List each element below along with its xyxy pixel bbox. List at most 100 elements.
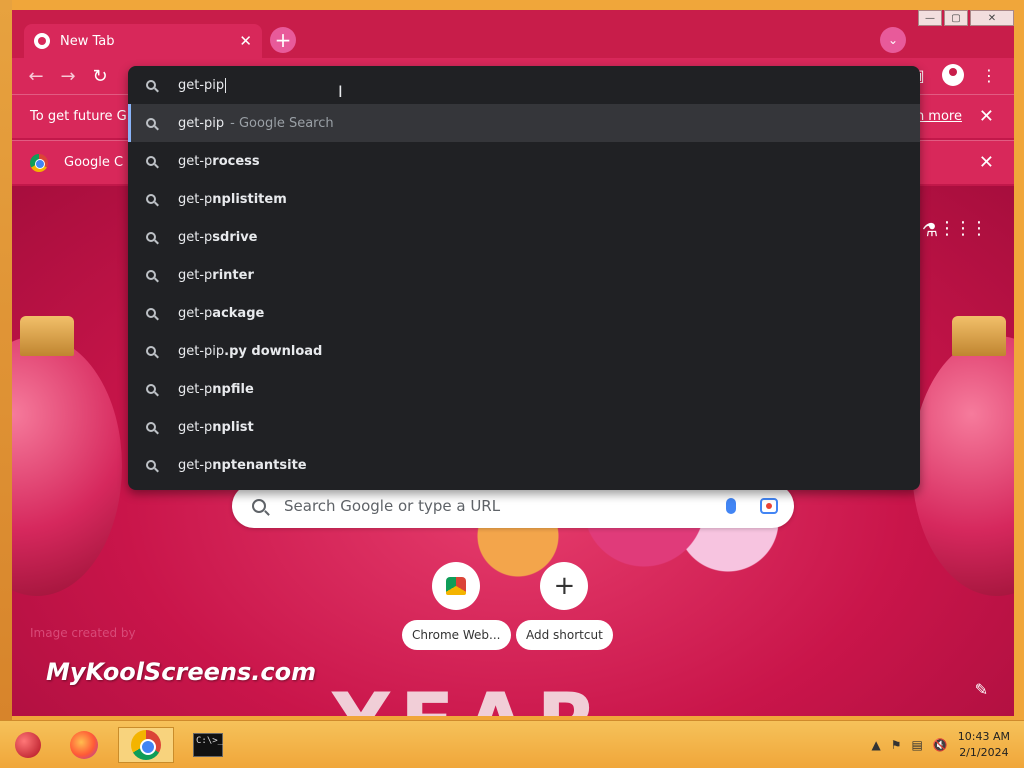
suggestion-completion: nplist bbox=[212, 419, 254, 435]
omnibox-suggestion[interactable]: get-p nplist bbox=[128, 408, 920, 446]
search-placeholder: Search Google or type a URL bbox=[284, 497, 501, 515]
forward-button[interactable]: → bbox=[56, 64, 80, 88]
clock-date: 2/1/2024 bbox=[959, 746, 1009, 759]
command-prompt-icon: C:\>_ bbox=[193, 733, 223, 757]
omnibox-suggestion[interactable]: get-p sdrive bbox=[128, 218, 920, 256]
text-caret bbox=[225, 77, 227, 93]
infobar-close-icon[interactable]: ✕ bbox=[979, 106, 994, 127]
ornament-start-icon bbox=[15, 732, 41, 758]
volume-muted-icon[interactable]: 🔇 bbox=[933, 738, 948, 752]
ornament-left bbox=[12, 336, 122, 596]
chrome-web-store-icon bbox=[446, 577, 467, 595]
shortcut-label: Add shortcut bbox=[516, 620, 613, 650]
suggestion-completion: .py download bbox=[224, 343, 323, 359]
search-icon bbox=[146, 270, 156, 280]
tab-close-icon[interactable]: ✕ bbox=[239, 32, 252, 50]
suggestion-prefix: get-pip bbox=[178, 115, 225, 131]
suggestion-prefix: get-p bbox=[178, 457, 213, 473]
close-window-button[interactable]: ✕ bbox=[970, 10, 1014, 26]
clock-time: 10:43 AM bbox=[957, 730, 1010, 743]
search-icon bbox=[146, 384, 156, 394]
watermark: MyKoolScreens.com bbox=[46, 658, 317, 686]
start-button[interactable] bbox=[0, 727, 56, 763]
suggestion-prefix: get-p bbox=[178, 381, 213, 397]
omnibox-suggestion[interactable]: get-pip - Google Search bbox=[128, 104, 920, 142]
chrome-icon bbox=[131, 730, 161, 760]
ibeam-cursor: I bbox=[338, 82, 343, 101]
maximize-button[interactable]: ▢ bbox=[944, 10, 968, 26]
suggestion-completion: ackage bbox=[212, 305, 265, 321]
suggestion-prefix: get-p bbox=[178, 419, 213, 435]
clock[interactable]: 10:43 AM 2/1/2024 bbox=[958, 729, 1010, 761]
omnibox-suggestion[interactable]: get-p npfile bbox=[128, 370, 920, 408]
suggestion-completion: sdrive bbox=[212, 229, 258, 245]
suggestion-prefix: get-p bbox=[178, 229, 213, 245]
network-icon[interactable]: ▤ bbox=[911, 738, 922, 752]
omnibox-suggestion[interactable]: get-p nptenantsite bbox=[128, 446, 920, 484]
ntp-search-box[interactable]: Search Google or type a URL bbox=[232, 484, 794, 528]
apps-grid-icon[interactable]: ⋮⋮⋮ bbox=[938, 218, 988, 239]
omnibox-input[interactable]: get-pip I bbox=[128, 66, 920, 104]
search-icon bbox=[146, 422, 156, 432]
omnibox-input-value: get-pip bbox=[178, 77, 225, 93]
window-controls: — ▢ ✕ bbox=[918, 10, 1014, 26]
action-center-flag-icon[interactable]: ⚑ bbox=[891, 738, 902, 752]
desktop bbox=[0, 0, 12, 720]
suggestion-completion: nplistitem bbox=[212, 191, 287, 207]
tab-title: New Tab bbox=[60, 33, 115, 49]
omnibox-dropdown: get-pip I get-pip - Google Search get-p roc… bbox=[128, 66, 920, 490]
menu-kebab-icon[interactable]: ⋮ bbox=[978, 64, 1000, 86]
tab-new-tab[interactable]: New Tab ✕ bbox=[24, 24, 262, 58]
suggestion-completion: rocess bbox=[212, 153, 260, 169]
ornament-cap-left bbox=[20, 316, 74, 356]
customize-pencil-icon[interactable]: ✎ bbox=[975, 680, 988, 699]
ornament-right bbox=[912, 336, 1014, 596]
omnibox-suggestion[interactable]: get-p ackage bbox=[128, 294, 920, 332]
shortcut-icon bbox=[432, 562, 481, 610]
search-icon bbox=[146, 308, 156, 318]
omnibox-suggestion[interactable]: get-pip .py download bbox=[128, 332, 920, 370]
ornament-cap-right bbox=[952, 316, 1006, 356]
shortcut-chrome-web-store[interactable]: Chrome Web... bbox=[402, 562, 511, 650]
suggestion-list: get-pip - Google Search get-p rocess get-p np… bbox=[128, 104, 920, 484]
minimize-button[interactable]: — bbox=[918, 10, 942, 26]
suggestion-prefix: get-pip bbox=[178, 343, 225, 359]
search-icon bbox=[252, 499, 266, 513]
reload-button[interactable]: ↻ bbox=[88, 64, 112, 88]
back-button[interactable]: ← bbox=[24, 64, 48, 88]
search-icon bbox=[146, 232, 156, 242]
taskbar-command-prompt[interactable]: C:\>_ bbox=[180, 727, 236, 763]
profile-icon[interactable] bbox=[942, 64, 964, 86]
taskbar-firefox[interactable] bbox=[56, 727, 112, 763]
search-icon bbox=[146, 156, 156, 166]
infobar-close-icon[interactable]: ✕ bbox=[979, 152, 994, 173]
infobar-text: To get future G bbox=[30, 109, 127, 124]
suggestion-prefix: get-p bbox=[178, 305, 213, 321]
search-icon bbox=[146, 194, 156, 204]
omnibox-suggestion[interactable]: get-p rinter bbox=[128, 256, 920, 294]
new-tab-button[interactable]: + bbox=[270, 27, 296, 53]
shortcut-add[interactable]: + Add shortcut bbox=[516, 562, 613, 650]
labs-flask-icon[interactable]: ⚗ bbox=[922, 220, 938, 241]
search-icon bbox=[146, 80, 156, 90]
omnibox-suggestion[interactable]: get-p rocess bbox=[128, 142, 920, 180]
taskbar-chrome[interactable] bbox=[118, 727, 174, 763]
suggestion-prefix: get-p bbox=[178, 191, 213, 207]
google-lens-icon[interactable] bbox=[760, 498, 778, 514]
tab-search-button[interactable]: ⌄ bbox=[880, 27, 906, 53]
omnibox-suggestion[interactable]: get-p nplistitem bbox=[128, 180, 920, 218]
suggestion-prefix: get-p bbox=[178, 153, 213, 169]
year-art-text: YEAR bbox=[332, 676, 608, 716]
suggestion-secondary: - Google Search bbox=[230, 115, 334, 131]
taskbar: C:\>_ ▲ ⚑ ▤ 🔇 10:43 AM 2/1/2024 bbox=[0, 720, 1024, 768]
microphone-icon[interactable] bbox=[726, 498, 736, 514]
search-icon bbox=[146, 346, 156, 356]
suggestion-completion: npfile bbox=[212, 381, 254, 397]
show-hidden-icons-icon[interactable]: ▲ bbox=[871, 738, 880, 752]
suggestion-completion: rinter bbox=[212, 267, 254, 283]
toolbar-actions: ▣ ⋮ bbox=[906, 64, 1000, 86]
system-tray: ▲ ⚑ ▤ 🔇 10:43 AM 2/1/2024 bbox=[871, 721, 1010, 768]
chrome-logo-icon bbox=[30, 153, 48, 172]
add-icon: + bbox=[540, 562, 589, 610]
title-bar: New Tab ✕ + ⌄ — ▢ ✕ bbox=[12, 10, 1014, 58]
